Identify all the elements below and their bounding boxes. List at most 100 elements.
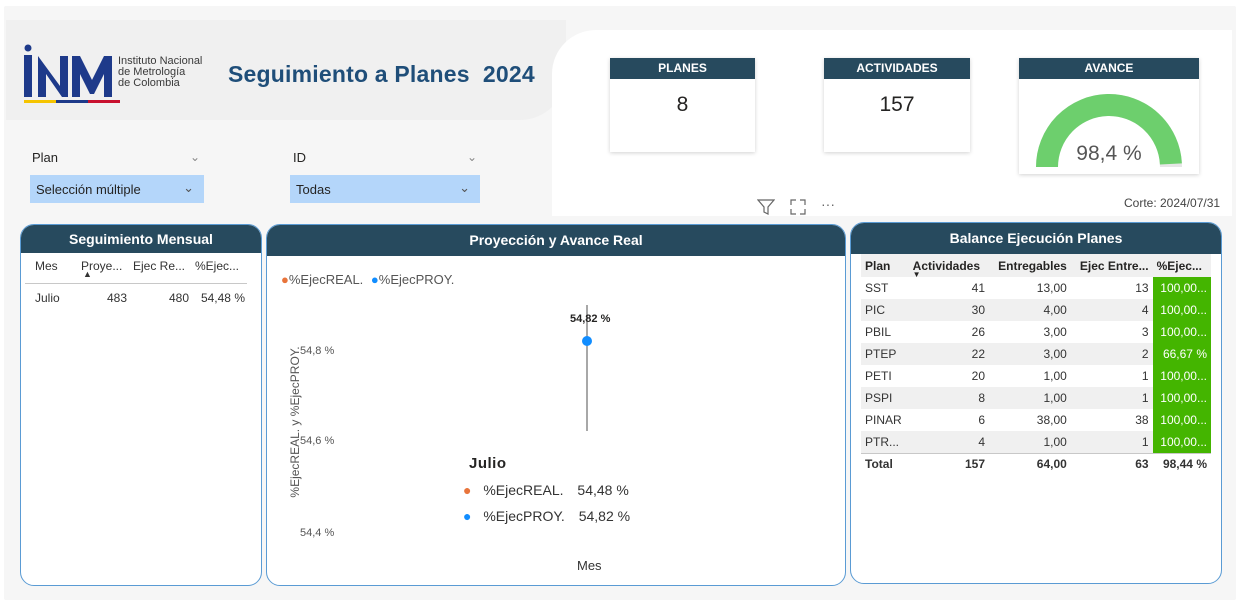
tooltip-row-proy: ● %EjecPROY. 54,82 % [463,508,653,524]
col-ejec-entregables[interactable]: Ejec Entre... [1070,254,1153,277]
balance-table: Plan Actividades ▼ Entregables Ejec Entre… [861,254,1211,475]
seguimiento-mensual-title: Seguimiento Mensual [21,225,261,253]
cell-ejec-entregables: 1 [1070,387,1153,409]
cell-actividades: 6 [978,413,986,427]
more-options-icon[interactable]: ··· [821,196,835,212]
table-row[interactable]: PIC 30 4,00 4 100,00... [861,299,1211,321]
kpi-avance-label: AVANCE [1019,58,1199,79]
cell-pct-ejec: 100,00... [1152,277,1211,299]
kpi-avance-value: 98,4 % [1076,142,1142,165]
org-line-3: de Colombia [118,77,180,89]
cell-plan: PTEP [861,343,909,365]
tooltip-real-value: 54,48 % [577,482,629,498]
total-actividades: 157 [908,452,990,475]
col-mes[interactable]: Mes [35,259,58,273]
table-row[interactable]: PINAR 6 38,00 38 100,00... [861,409,1211,431]
row-pct-ejec: 54,48 % [200,291,245,305]
focus-mode-icon[interactable] [790,199,806,218]
cell-ejec-entregables: 1 [1141,369,1149,383]
id-dropdown-value: Todas [296,182,331,197]
row-proyectado: 483 [106,291,127,305]
org-name: Instituto Nacional de Metrología de Colo… [118,56,202,89]
id-slicer-label: ID [293,150,306,165]
cell-actividades: 20 [971,369,986,383]
plan-slicer-chevron-icon[interactable]: ⌄ [190,150,200,164]
tooltip-title: Julio [469,455,507,472]
cell-ejec-entregables: 4 [1070,299,1153,321]
cell-entregables: 13,00 [1036,281,1067,295]
inm-logo-mark [24,44,120,103]
cell-ejec-entregables: 3 [1141,325,1149,339]
cell-actividades: 30 [908,299,990,321]
balance-header-row: Plan Actividades ▼ Entregables Ejec Entre… [861,254,1211,279]
cell-actividades: 26 [971,325,986,339]
cell-plan: PTR... [861,431,909,453]
cell-entregables: 1,00 [989,387,1071,409]
cell-plan: SST [865,281,889,295]
cell-actividades: 4 [908,431,990,453]
table-row[interactable]: PETI 20 1,00 1 100,00... [861,365,1211,387]
table-row[interactable]: PTR... 4 1,00 1 100,00... [861,431,1211,453]
cell-plan: PIC [861,299,909,321]
row-mes: Julio [35,291,60,305]
cell-entregables: 38,00 [1036,413,1067,427]
tooltip-proy-marker: ● [463,508,472,524]
cell-actividades: 22 [908,343,990,365]
proyeccion-plot [582,305,592,431]
tooltip-row-real: ● %EjecREAL. 54,48 % [463,482,653,498]
cutoff-date: Corte: 2024/07/31 [1124,196,1221,210]
total-ejec-entregables: 63 [1070,452,1153,475]
table-row[interactable]: PSPI 8 1,00 1 100,00... [861,387,1211,409]
cell-entregables: 4,00 [989,299,1071,321]
cell-pct-ejec: 100,00... [1152,365,1211,387]
x-axis-label: Mes [577,558,602,573]
table-row[interactable]: PBIL 26 3,00 3 100,00... [861,321,1211,343]
dashboard-page: Instituto Nacional de Metrología de Colo… [0,0,1238,603]
col-pct-ejec[interactable]: %Ejec... [195,259,239,273]
cell-ejec-entregables: 13 [1135,281,1149,295]
sort-asc-icon: ▲ [83,269,92,279]
seguimiento-mensual-panel: Seguimiento Mensual Mes Proye... ▲ Ejec … [20,224,262,586]
col-actividades[interactable]: Actividades ▼ [908,254,990,279]
col-pct-ejec[interactable]: %Ejec... [1152,254,1211,277]
tooltip-real-marker: ● [463,482,472,498]
tooltip-proy-value: 54,82 % [578,508,631,524]
tooltip-proy-label: %EjecPROY. [483,508,565,524]
point-proy[interactable] [582,336,592,346]
total-entregables: 64,00 [989,452,1071,475]
cell-pct-ejec: 100,00... [1152,321,1211,343]
chevron-down-icon: ⌄ [459,180,470,195]
kpi-actividades-card[interactable]: ACTIVIDADES 157 [824,58,970,152]
cell-plan: PSPI [861,387,909,409]
kpi-planes-value: 8 [676,93,689,116]
page-title: Seguimiento a Planes 2024 [228,61,535,87]
col-entregables[interactable]: Entregables [989,254,1071,277]
chart-tooltip: Julio ● %EjecREAL. 54,48 % ● %EjecPROY. … [463,455,653,524]
id-dropdown[interactable]: Todas ⌄ [290,175,480,203]
cell-pct-ejec: 100,00... [1152,409,1211,431]
cell-plan: PINAR [865,413,902,427]
total-plan: Total [861,452,909,475]
filter-icon[interactable] [756,199,776,218]
cell-entregables: 1,00 [989,431,1071,453]
cell-pct-ejec: 66,67 % [1152,343,1211,365]
balance-title: Balance Ejecución Planes [851,223,1221,254]
col-plan[interactable]: Plan [861,254,909,277]
table-row[interactable]: SST 41 13,00 13 100,00... [861,277,1211,299]
cell-entregables: 3,00 [989,343,1071,365]
balance-panel: Balance Ejecución Planes Plan Actividade… [850,222,1222,584]
kpi-planes-card[interactable]: PLANES 8 [610,58,755,152]
kpi-avance-card[interactable]: AVANCE 98,4 % [1019,58,1199,174]
cell-pct-ejec: 100,00... [1152,299,1211,321]
tooltip-real-label: %EjecREAL. [483,482,564,498]
chevron-down-icon: ⌄ [183,180,194,195]
proyeccion-panel: Proyección y Avance Real ●%EjecREAL. ●%E… [266,224,846,586]
id-slicer-chevron-icon[interactable]: ⌄ [467,150,477,164]
table-row[interactable]: PTEP 22 3,00 2 66,67 % [861,343,1211,365]
total-pct-ejec: 98,44 % [1152,452,1211,475]
cell-pct-ejec: 100,00... [1152,431,1211,453]
plan-dropdown-value: Selección múltiple [36,182,141,197]
col-ejec-real[interactable]: Ejec Re... [133,259,185,273]
cell-actividades: 41 [971,281,986,295]
plan-dropdown[interactable]: Selección múltiple ⌄ [30,175,204,203]
